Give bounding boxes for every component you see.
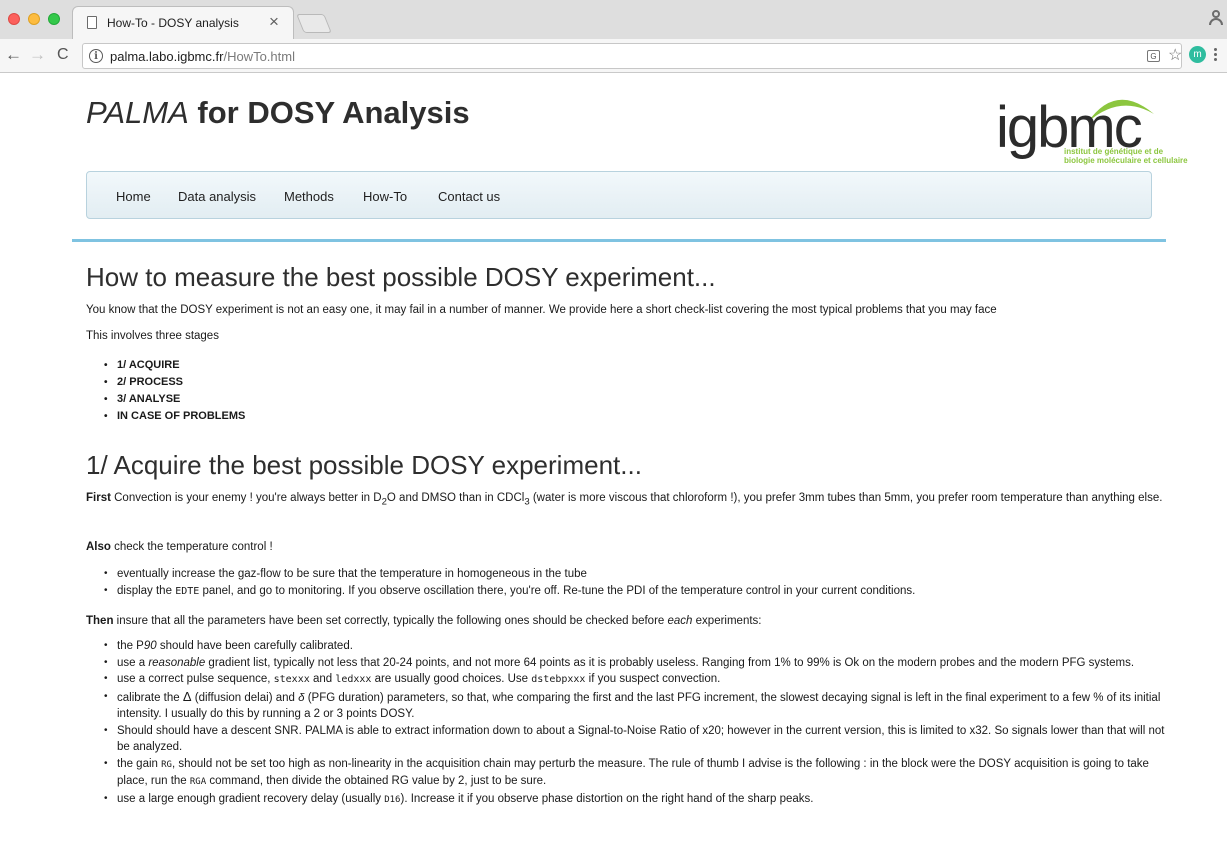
param-item-gain: the gain RG, should not be set too high … [104, 756, 1166, 791]
delay-a: use a large enough gradient recovery del… [117, 792, 385, 805]
tab-close-icon[interactable]: × [269, 12, 279, 32]
first-text-a: Convection is your enemy ! you're always… [110, 492, 382, 504]
grad-em: reasonable [148, 656, 206, 669]
parameters-list: the P90 should have been carefully calib… [104, 638, 1166, 809]
browser-toolbar: ← → C i palma.labo.igbmc.fr/HowTo.html G… [0, 39, 1227, 73]
gain-code-rg: RG [161, 759, 172, 770]
edte-code: EDTE [175, 585, 200, 597]
minimize-window-button[interactable] [28, 13, 40, 25]
pulse-code-stexxx: stexxx [273, 674, 310, 685]
stage-link-acquire[interactable]: 1/ ACQUIRE [104, 357, 245, 374]
delay-b: ). Increase it if you observe phase dist… [400, 792, 814, 805]
header-divider [72, 239, 1166, 242]
url-host: palma.labo.igbmc.fr [110, 49, 224, 64]
logo-subtitle-line1: institut de génétique et de [1064, 147, 1164, 156]
then-paragraph: Then insure that all the parameters have… [86, 613, 1166, 630]
page-icon [87, 16, 97, 29]
param-item-p90: the P90 should have been carefully calib… [104, 638, 1166, 655]
first-text-c: (water is more viscous that chloroform !… [529, 492, 1163, 504]
stage-link-problems[interactable]: IN CASE OF PROBLEMS [104, 408, 245, 425]
extension-icon[interactable]: m [1189, 46, 1206, 63]
section-heading-acquire: 1/ Acquire the best possible DOSY experi… [86, 450, 642, 480]
p90-em: 90 [143, 640, 157, 652]
stages-intro: This involves three stages [86, 330, 219, 342]
then-label: Then [86, 615, 114, 627]
browser-tab-active[interactable]: How-To - DOSY analysis × [72, 6, 294, 39]
pulse-d: if you suspect convection. [585, 673, 721, 685]
browser-tab-bar: How-To - DOSY analysis × [0, 0, 1227, 39]
p90-a: the P [117, 640, 144, 652]
section-heading-how-to: How to measure the best possible DOSY ex… [86, 262, 716, 292]
forward-arrow-icon[interactable]: → [29, 44, 46, 66]
calib-b: (diffusion delai) and [191, 691, 299, 704]
tab-title: How-To - DOSY analysis [107, 16, 239, 30]
nav-how-to[interactable]: How-To [363, 189, 407, 204]
site-title-italic: PALMA [86, 95, 189, 130]
grad-a: use a [117, 656, 149, 669]
temp-item-edte-b: panel, and go to monitoring. If you obse… [199, 584, 916, 597]
gain-code-rga: RGA [189, 777, 207, 787]
url-path: /HowTo.html [223, 49, 295, 64]
kebab-menu-icon[interactable] [1214, 48, 1218, 62]
calib-a: calibrate the [117, 691, 183, 704]
first-text-b: O and DMSO than in CDCl [386, 492, 525, 504]
main-navbar: Home Data analysis Methods How-To Contac… [86, 171, 1152, 219]
param-item-snr: Should should have a descent SNR. PALMA … [104, 723, 1166, 756]
translate-icon[interactable]: G [1147, 50, 1160, 62]
first-label: First [86, 492, 111, 504]
stages-list: 1/ ACQUIRE 2/ PROCESS 3/ ANALYSE IN CASE… [104, 357, 245, 425]
intro-paragraph: You know that the DOSY experiment is not… [86, 304, 997, 316]
logo-subtitle-line2: biologie moléculaire et cellulaire [1064, 156, 1188, 165]
back-arrow-icon[interactable]: ← [5, 44, 22, 66]
igbmc-logo[interactable]: igbmc institut de génétique et de biolog… [990, 88, 1188, 168]
nav-home[interactable]: Home [116, 189, 151, 204]
also-label: Also [86, 541, 111, 553]
pulse-c: are usually good choices. Use [371, 673, 532, 685]
grad-b: gradient list, typically not less that 2… [205, 656, 1135, 669]
param-item-recovery-delay: use a large enough gradient recovery del… [104, 791, 1166, 809]
param-item-pulse-sequence: use a correct pulse sequence, stexxx and… [104, 671, 1166, 689]
delay-code-d16: D16 [384, 794, 401, 805]
nav-data-analysis[interactable]: Data analysis [178, 189, 256, 204]
temp-item-gaz-flow: eventually increase the gaz-flow to be s… [104, 566, 915, 583]
also-paragraph: Also check the temperature control ! [86, 539, 1166, 556]
param-item-gradient-list: use a reasonable gradient list, typicall… [104, 655, 1166, 672]
gain-a: the gain [117, 757, 162, 770]
bookmark-star-icon[interactable]: ☆ [1168, 45, 1182, 67]
p90-b: should have been carefully calibrated. [156, 640, 353, 652]
temp-item-edte: display the EDTE panel, and go to monito… [104, 583, 916, 601]
temperature-list: eventually increase the gaz-flow to be s… [104, 566, 916, 601]
also-text: check the temperature control ! [110, 541, 273, 553]
maximize-window-button[interactable] [48, 13, 60, 25]
site-title: PALMA for DOSY Analysis [86, 95, 470, 131]
nav-methods[interactable]: Methods [284, 189, 334, 204]
then-text-b: experiments: [692, 615, 762, 627]
pulse-code-dstebpxxx: dstebpxxx [531, 674, 586, 685]
nav-contact-us[interactable]: Contact us [438, 189, 500, 204]
pulse-code-ledxxx: ledxxx [335, 674, 372, 685]
new-tab-button[interactable] [296, 14, 332, 33]
url-text[interactable]: palma.labo.igbmc.fr/HowTo.html [110, 49, 295, 64]
reload-icon[interactable]: C [57, 44, 69, 66]
pulse-a: use a correct pulse sequence, [117, 673, 274, 685]
close-window-button[interactable] [8, 13, 20, 25]
param-item-calibrate: calibrate the Δ (diffusion delai) and δ … [104, 688, 1166, 723]
then-text-em: each [667, 615, 693, 627]
delta-symbol: Δ [182, 688, 192, 704]
temp-item-edte-a: display the [117, 584, 176, 597]
pulse-b: and [309, 673, 336, 685]
info-icon[interactable]: i [89, 49, 103, 63]
then-text-a: insure that all the parameters have been… [113, 615, 668, 627]
profile-icon[interactable] [1209, 9, 1223, 25]
address-bar[interactable]: i palma.labo.igbmc.fr/HowTo.html G ☆ [82, 43, 1182, 69]
gain-c: command, then divide the obtained RG val… [206, 775, 547, 787]
first-paragraph: First Convection is your enemy ! you're … [86, 490, 1166, 510]
stage-link-process[interactable]: 2/ PROCESS [104, 374, 245, 391]
site-title-rest: for DOSY Analysis [188, 95, 470, 130]
stage-link-analyse[interactable]: 3/ ANALYSE [104, 391, 245, 408]
